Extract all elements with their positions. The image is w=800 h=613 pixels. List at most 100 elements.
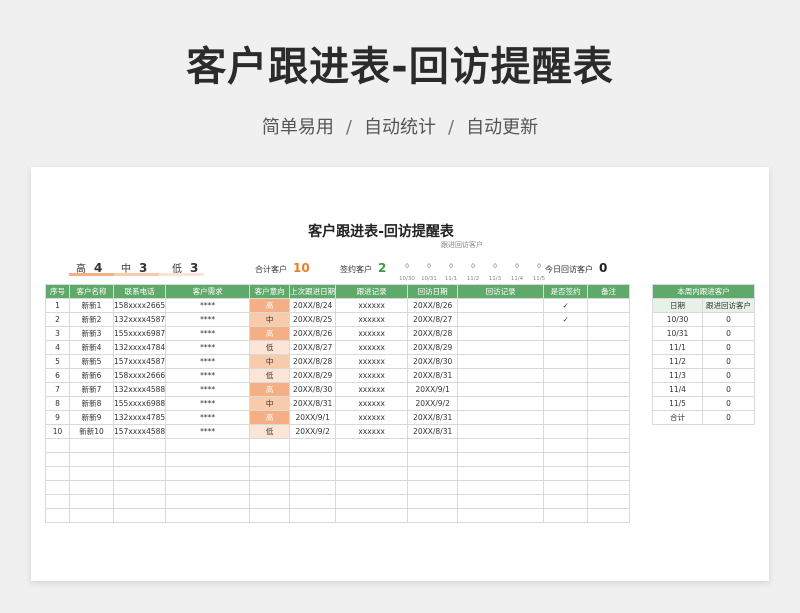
table-cell[interactable]: 新新6 — [69, 368, 114, 383]
table-cell[interactable]: xxxxxx — [335, 368, 409, 383]
table-cell[interactable]: 132xxxx4587 — [112, 312, 167, 327]
table-cell[interactable] — [249, 480, 291, 495]
table-cell[interactable] — [407, 494, 459, 509]
table-cell[interactable]: 6 — [45, 368, 70, 383]
weekly-row[interactable]: 10/30 0 — [652, 312, 755, 327]
table-cell[interactable]: 0 — [702, 340, 755, 355]
table-cell[interactable]: 新新1 — [69, 298, 114, 313]
table-row[interactable]: 9 新新9 132xxxx4785 **** 高 20XX/9/1 xxxxxx 20XX/8… — [45, 410, 631, 425]
table-cell[interactable]: xxxxxx — [335, 354, 409, 369]
table-cell[interactable]: 10 — [45, 424, 70, 439]
intent-cell[interactable]: 低 — [249, 340, 291, 355]
intent-cell[interactable]: 中 — [249, 312, 291, 327]
table-cell[interactable] — [289, 494, 337, 509]
table-cell[interactable] — [249, 452, 291, 467]
table-cell[interactable] — [457, 480, 545, 495]
empty-row[interactable] — [45, 494, 631, 509]
table-cell[interactable] — [45, 438, 70, 453]
column-header[interactable]: 上次跟进日期 — [289, 284, 337, 299]
table-cell[interactable]: 20XX/8/31 — [407, 410, 459, 425]
table-cell[interactable] — [457, 452, 545, 467]
table-cell[interactable] — [249, 466, 291, 481]
table-cell[interactable] — [457, 466, 545, 481]
intent-cell[interactable]: 高 — [249, 298, 291, 313]
column-header[interactable]: 联系电话 — [112, 284, 167, 299]
table-cell[interactable] — [249, 494, 291, 509]
table-cell[interactable]: 20XX/8/24 — [289, 298, 337, 313]
table-cell[interactable]: 10/31 — [652, 326, 703, 341]
table-cell[interactable] — [289, 508, 337, 523]
table-row[interactable]: 1 新新1 158xxxx2665 **** 高 20XX/8/24 xxxxxx 20XX/… — [45, 298, 631, 313]
table-cell[interactable]: 0 — [702, 396, 755, 411]
table-cell[interactable]: 7 — [45, 382, 70, 397]
table-cell[interactable]: 0 — [702, 410, 755, 425]
column-header[interactable]: 回访日期 — [407, 284, 459, 299]
weekly-row[interactable]: 合计 0 — [652, 410, 755, 425]
table-cell[interactable]: 20XX/8/30 — [289, 382, 337, 397]
table-cell[interactable]: 20XX/8/29 — [407, 340, 459, 355]
table-cell[interactable] — [587, 438, 631, 453]
intent-cell[interactable]: 低 — [249, 368, 291, 383]
table-cell[interactable] — [165, 452, 251, 467]
table-cell[interactable]: **** — [165, 368, 251, 383]
column-header[interactable]: 客户需求 — [165, 284, 251, 299]
table-cell[interactable]: 4 — [45, 340, 70, 355]
table-cell[interactable]: 新新10 — [69, 424, 114, 439]
table-cell[interactable]: **** — [165, 354, 251, 369]
column-header[interactable]: 跟进记录 — [335, 284, 409, 299]
table-cell[interactable] — [407, 438, 459, 453]
table-cell[interactable]: 20XX/9/1 — [289, 410, 337, 425]
table-cell[interactable] — [587, 424, 631, 439]
table-cell[interactable]: **** — [165, 410, 251, 425]
table-cell[interactable]: 20XX/8/28 — [407, 326, 459, 341]
table-cell[interactable] — [457, 340, 545, 355]
table-cell[interactable]: **** — [165, 340, 251, 355]
table-cell[interactable] — [112, 508, 167, 523]
weekly-row[interactable]: 11/3 0 — [652, 368, 755, 383]
table-cell[interactable] — [45, 452, 70, 467]
column-header[interactable]: 备注 — [587, 284, 631, 299]
table-cell[interactable] — [69, 438, 114, 453]
table-cell[interactable]: 0 — [702, 326, 755, 341]
table-row[interactable]: 4 新新4 132xxxx4784 **** 低 20XX/8/27 xxxxxx 20XX/… — [45, 340, 631, 355]
table-cell[interactable]: ✓ — [543, 312, 589, 327]
table-cell[interactable]: 0 — [702, 312, 755, 327]
intent-cell[interactable]: 中 — [249, 354, 291, 369]
table-cell[interactable] — [587, 326, 631, 341]
table-cell[interactable]: ✓ — [543, 298, 589, 313]
table-cell[interactable]: 10/30 — [652, 312, 703, 327]
table-cell[interactable] — [69, 466, 114, 481]
table-cell[interactable]: xxxxxx — [335, 396, 409, 411]
table-cell[interactable]: xxxxxx — [335, 312, 409, 327]
table-cell[interactable]: xxxxxx — [335, 424, 409, 439]
table-cell[interactable]: 8 — [45, 396, 70, 411]
column-header[interactable]: 是否签约 — [543, 284, 589, 299]
table-row[interactable]: 2 新新2 132xxxx4587 **** 中 20XX/8/25 xxxxxx 20XX/… — [45, 312, 631, 327]
table-cell[interactable] — [543, 340, 589, 355]
table-cell[interactable]: 新新7 — [69, 382, 114, 397]
table-cell[interactable]: 新新3 — [69, 326, 114, 341]
table-cell[interactable] — [112, 494, 167, 509]
table-cell[interactable]: 158xxxx2665 — [112, 298, 167, 313]
table-cell[interactable]: 20XX/8/30 — [407, 354, 459, 369]
table-cell[interactable] — [112, 480, 167, 495]
table-cell[interactable] — [45, 494, 70, 509]
table-cell[interactable] — [335, 480, 409, 495]
table-cell[interactable] — [407, 466, 459, 481]
table-cell[interactable] — [587, 410, 631, 425]
empty-row[interactable] — [45, 452, 631, 467]
table-cell[interactable]: **** — [165, 382, 251, 397]
table-cell[interactable]: 2 — [45, 312, 70, 327]
table-cell[interactable] — [335, 452, 409, 467]
table-cell[interactable] — [457, 298, 545, 313]
table-cell[interactable]: 新新9 — [69, 410, 114, 425]
table-cell[interactable]: 20XX/8/26 — [289, 326, 337, 341]
table-cell[interactable] — [289, 466, 337, 481]
table-cell[interactable] — [457, 410, 545, 425]
table-cell[interactable]: xxxxxx — [335, 326, 409, 341]
table-cell[interactable] — [457, 396, 545, 411]
table-cell[interactable] — [407, 508, 459, 523]
table-cell[interactable] — [457, 508, 545, 523]
table-cell[interactable] — [249, 508, 291, 523]
table-cell[interactable]: 0 — [702, 382, 755, 397]
